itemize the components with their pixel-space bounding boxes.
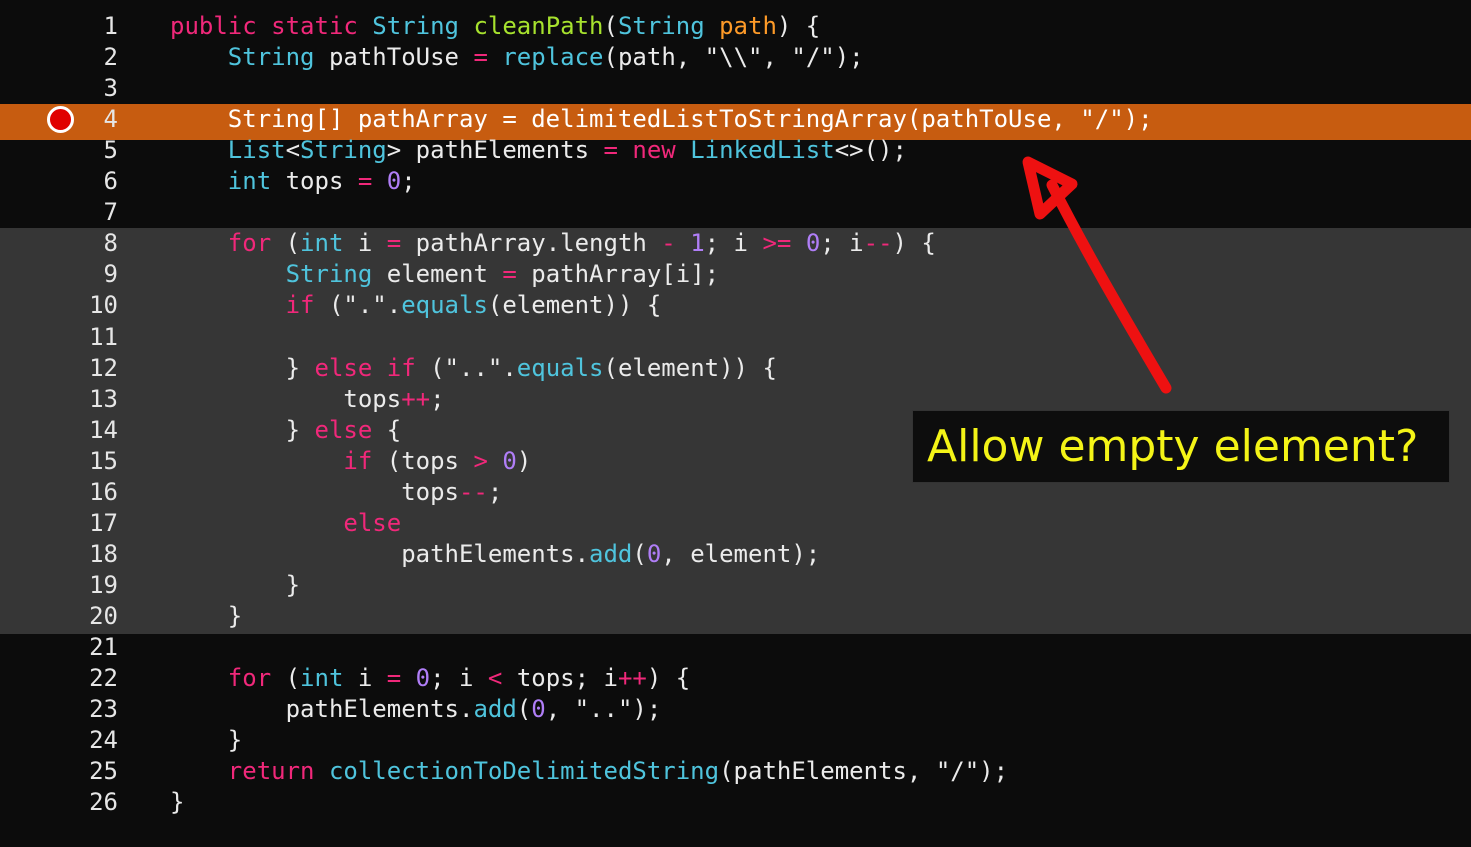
annotation-text: Allow empty element? bbox=[927, 421, 1419, 472]
annotation-callout: Allow empty element? bbox=[912, 410, 1450, 483]
code-editor[interactable]: 1 public static String cleanPath(String p… bbox=[0, 0, 1471, 847]
